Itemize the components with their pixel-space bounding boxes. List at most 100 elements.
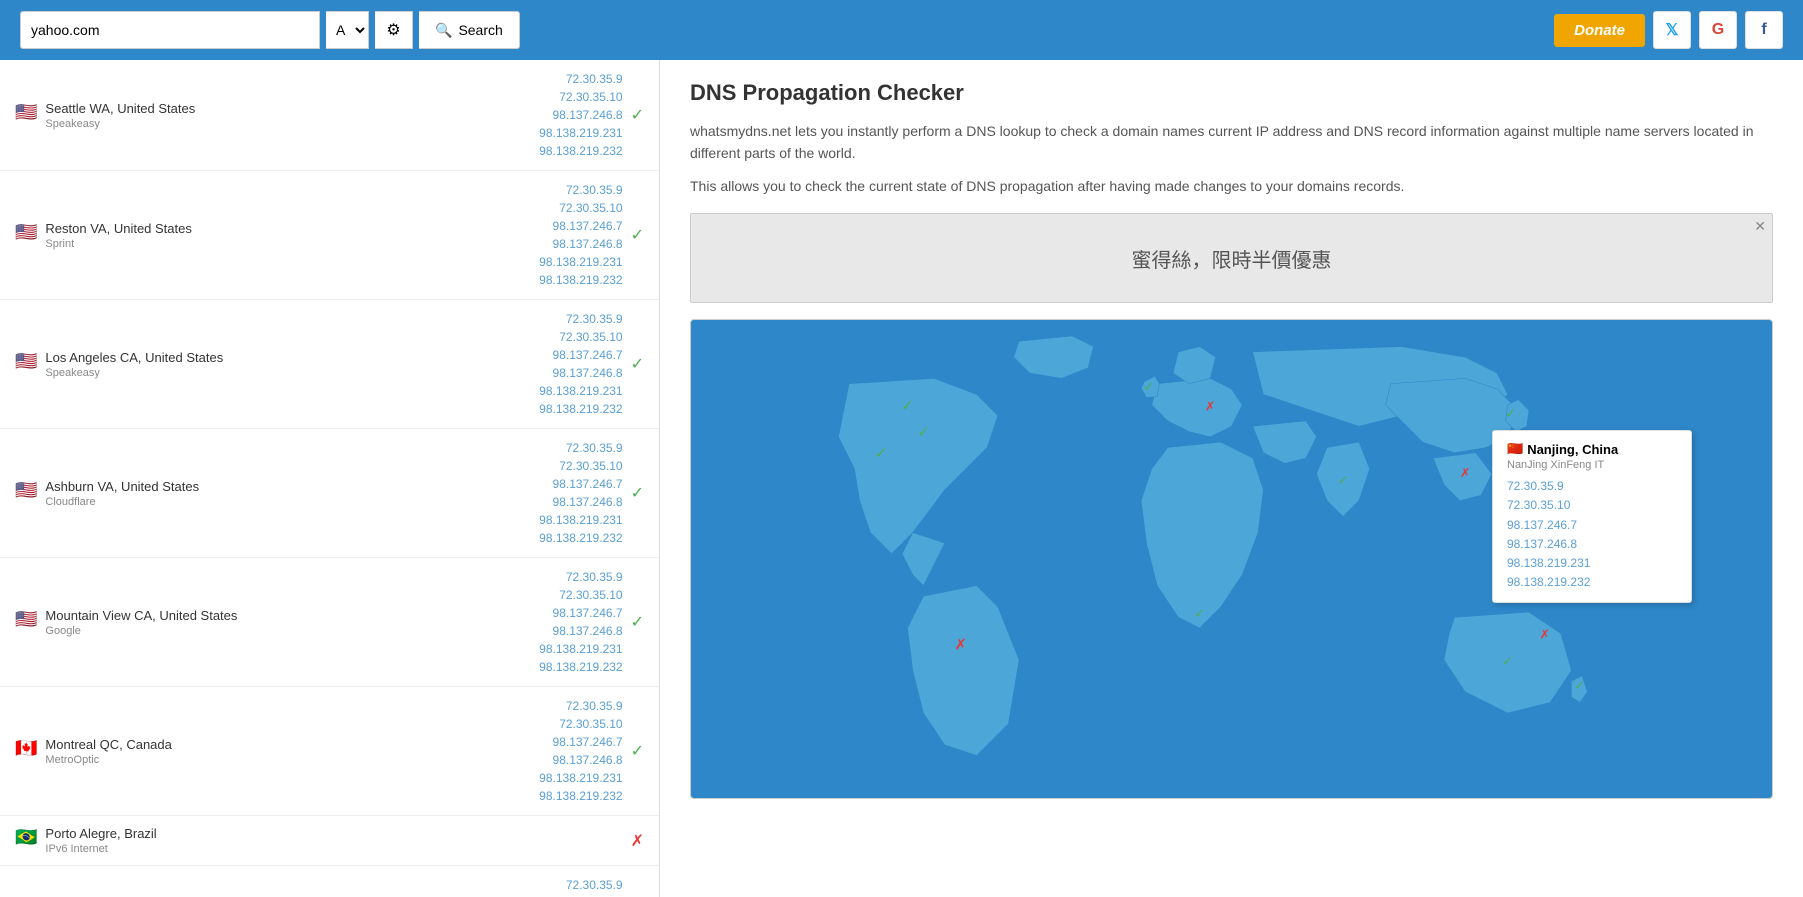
server-location: Ashburn VA, United States [45,479,199,494]
ip-list: 72.30.35.972.30.35.1098.137.246.898.138.… [539,70,622,160]
main-content: 🇺🇸 Seattle WA, United States Speakeasy 72.3… [0,60,1803,897]
ip-address: 72.30.35.10 [539,328,622,346]
ip-address: 98.137.246.7 [539,475,622,493]
svg-text:✓: ✓ [1338,473,1349,488]
header-left: A ⚙ 🔍 Search [20,11,1544,49]
ip-list: 72.30.35.972.30.35.1098.137.246.798.137.… [539,876,622,897]
ip-address: 98.137.246.8 [539,622,622,640]
google-button[interactable]: G [1699,11,1737,49]
tooltip-ip-address: 98.137.246.7 [1507,516,1677,535]
ip-address: 98.137.246.8 [539,493,622,511]
ip-list: 72.30.35.972.30.35.1098.137.246.798.137.… [539,439,622,547]
tooltip-provider: NanJing XinFeng IT [1507,459,1677,471]
ip-address: 98.137.246.7 [539,217,622,235]
tooltip-ips: 72.30.35.972.30.35.1098.137.246.798.137.… [1507,477,1677,592]
ip-address: 72.30.35.9 [539,181,622,199]
ip-address: 98.138.219.232 [539,142,622,160]
ip-list: 72.30.35.972.30.35.1098.137.246.798.137.… [539,568,622,676]
table-row: 🇺🇸 Mountain View CA, United States Google 7… [0,558,659,687]
cross-icon: ✗ [631,831,644,851]
server-ips: ✗ [631,831,644,851]
tooltip-title: 🇨🇳 Nanjing, China [1507,441,1677,457]
ip-address: 98.137.246.7 [539,346,622,364]
server-location: Porto Alegre, Brazil [45,826,156,841]
check-icon: ✓ [631,354,644,374]
settings-button[interactable]: ⚙ [375,11,413,49]
svg-text:✗: ✗ [954,637,966,653]
ip-address: 72.30.35.10 [539,199,622,217]
ip-list: 72.30.35.972.30.35.1098.137.246.798.137.… [539,697,622,805]
svg-text:✓: ✓ [1575,678,1586,693]
ad-close-icon[interactable]: ✕ [1754,218,1766,235]
world-map: ✓ ✓ ✓ ✗ ✓ ✗ ✓ ✓ ✓ ✗ ✓ [690,319,1773,799]
server-provider: MetroOptic [45,754,171,766]
tooltip-ip-address: 98.137.246.8 [1507,535,1677,554]
record-type-select[interactable]: A [326,11,369,49]
ip-address: 72.30.35.9 [539,310,622,328]
ip-address: 98.138.219.231 [539,769,622,787]
server-provider: Speakeasy [45,118,195,130]
server-ips: 72.30.35.972.30.35.1098.137.246.798.137.… [539,568,644,676]
page-title: DNS Propagation Checker [690,80,1773,106]
check-icon: ✓ [631,225,644,245]
server-info: 🇺🇸 Mountain View CA, United States Google [15,608,237,637]
twitter-button[interactable]: 𝕏 [1653,11,1691,49]
table-row: 🇬🇧London, United KingdomInterNAP72.30.35… [0,866,659,897]
header-right: Donate 𝕏 G f [1554,11,1783,49]
server-location: Reston VA, United States [45,221,191,236]
search-input[interactable] [20,11,320,49]
server-location: Montreal QC, Canada [45,737,171,752]
tooltip-ip-address: 98.138.219.232 [1507,573,1677,592]
tooltip-ip-address: 98.138.219.231 [1507,554,1677,573]
donate-button[interactable]: Donate [1554,14,1645,47]
server-location: Seattle WA, United States [45,101,195,116]
ip-address: 72.30.35.10 [539,586,622,604]
search-button[interactable]: 🔍 Search [419,11,520,49]
flag-icon: 🇨🇦 [15,739,37,757]
table-row: 🇨🇦 Montreal QC, Canada MetroOptic 72.30.35.… [0,687,659,816]
header: A ⚙ 🔍 Search Donate 𝕏 G f [0,0,1803,60]
svg-text:✓: ✓ [1143,379,1154,394]
ip-address: 98.138.219.231 [539,382,622,400]
flag-icon: 🇺🇸 [15,223,37,241]
svg-text:✓: ✓ [875,446,887,462]
ip-address: 72.30.35.10 [539,715,622,733]
server-ips: 72.30.35.972.30.35.1098.137.246.798.137.… [539,181,644,289]
server-provider: Sprint [45,238,191,250]
ip-address: 72.30.35.10 [539,457,622,475]
server-info: 🇺🇸Los Angeles CA, United StatesSpeakeasy [15,350,223,379]
svg-text:✓: ✓ [901,398,913,414]
ip-address: 98.138.219.231 [539,253,622,271]
facebook-button[interactable]: f [1745,11,1783,49]
ip-address: 98.138.219.232 [539,529,622,547]
server-ips: 72.30.35.972.30.35.1098.137.246.798.137.… [539,310,644,418]
ip-address: 98.137.246.7 [539,604,622,622]
server-provider: Google [45,625,237,637]
ip-address: 72.30.35.9 [539,70,622,88]
flag-icon: 🇺🇸 [15,481,37,499]
ip-address: 72.30.35.9 [539,697,622,715]
twitter-icon: 𝕏 [1666,20,1679,40]
check-icon: ✓ [631,612,644,632]
server-info: 🇺🇸 Seattle WA, United States Speakeasy [15,101,195,130]
facebook-icon: f [1761,21,1766,39]
server-provider: Speakeasy [45,367,223,379]
flag-icon: 🇺🇸 [15,103,37,121]
check-icon: ✓ [631,741,644,761]
google-icon: G [1712,21,1724,39]
tooltip-ip-address: 72.30.35.10 [1507,496,1677,515]
svg-text:✗: ✗ [1540,627,1551,642]
ip-address: 98.138.219.231 [539,511,622,529]
ip-address: 72.30.35.9 [539,568,622,586]
server-location: Mountain View CA, United States [45,608,237,623]
ad-text: 蜜得絲，限時半價優惠 [1132,244,1332,273]
server-list: 🇺🇸 Seattle WA, United States Speakeasy 72.3… [0,60,660,897]
ip-address: 98.137.246.8 [539,106,622,124]
flag-icon: 🇺🇸 [15,610,37,628]
server-ips: 72.30.35.972.30.35.1098.137.246.898.138.… [539,70,644,160]
svg-text:✓: ✓ [1502,653,1513,668]
svg-text:✓: ✓ [917,425,929,441]
server-ips: 72.30.35.972.30.35.1098.137.246.798.137.… [539,876,644,897]
flag-icon: 🇧🇷 [15,828,37,846]
map-tooltip: 🇨🇳 Nanjing, China NanJing XinFeng IT 72.… [1492,430,1692,603]
